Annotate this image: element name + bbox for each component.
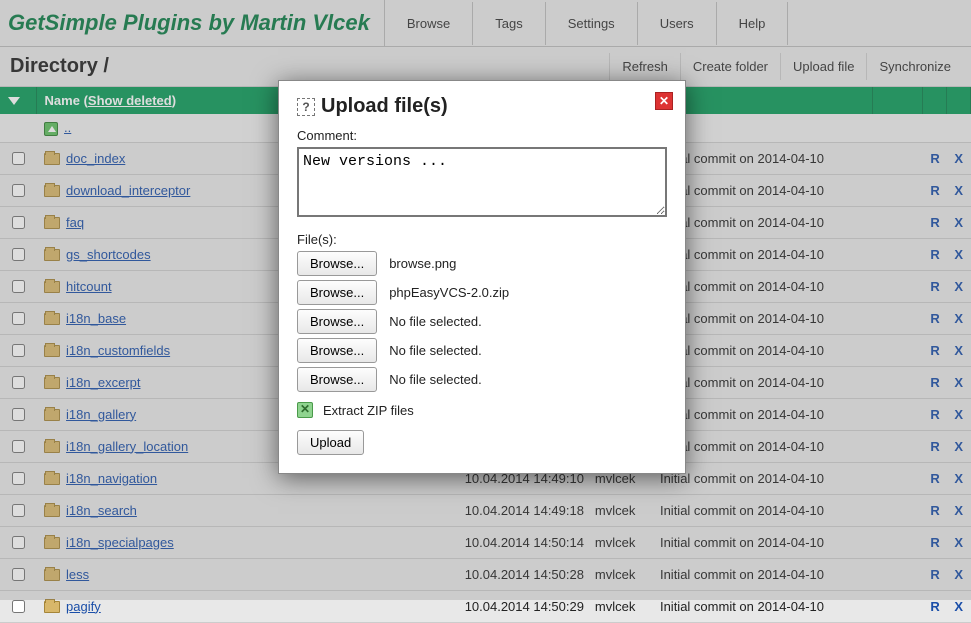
extract-zip-checkbox[interactable] <box>297 402 313 418</box>
files-label: File(s): <box>297 232 667 247</box>
comment-label: Comment: <box>297 128 667 143</box>
file-name: No file selected. <box>389 343 482 358</box>
upload-button[interactable]: Upload <box>297 430 364 455</box>
browse-button[interactable]: Browse... <box>297 367 377 392</box>
upload-dialog: ? Upload file(s) ✕ Comment: File(s): Bro… <box>278 80 686 474</box>
file-name: No file selected. <box>389 372 482 387</box>
file-row: Browse... browse.png <box>297 251 667 276</box>
browse-button[interactable]: Browse... <box>297 309 377 334</box>
file-row: Browse... No file selected. <box>297 367 667 392</box>
file-row: Browse... No file selected. <box>297 338 667 363</box>
browse-button[interactable]: Browse... <box>297 338 377 363</box>
browse-button[interactable]: Browse... <box>297 280 377 305</box>
file-row: Browse... phpEasyVCS-2.0.zip <box>297 280 667 305</box>
row-action-r[interactable]: R <box>930 599 939 614</box>
file-name: No file selected. <box>389 314 482 329</box>
row-action-x[interactable]: X <box>954 599 963 614</box>
file-name: browse.png <box>389 256 456 271</box>
folder-link[interactable]: pagify <box>66 599 101 614</box>
file-name: phpEasyVCS-2.0.zip <box>389 285 509 300</box>
dialog-title-text: Upload file(s) <box>321 95 448 118</box>
file-row: Browse... No file selected. <box>297 309 667 334</box>
extract-zip-row: Extract ZIP files <box>297 402 667 418</box>
row-checkbox[interactable] <box>12 600 25 613</box>
browse-button[interactable]: Browse... <box>297 251 377 276</box>
modal-overlay: ? Upload file(s) ✕ Comment: File(s): Bro… <box>0 0 971 600</box>
comment-textarea[interactable] <box>297 147 667 217</box>
dialog-title: ? Upload file(s) <box>297 95 448 118</box>
folder-icon <box>44 601 60 613</box>
help-icon[interactable]: ? <box>297 98 315 116</box>
close-icon[interactable]: ✕ <box>655 92 673 110</box>
extract-zip-label: Extract ZIP files <box>323 403 414 418</box>
